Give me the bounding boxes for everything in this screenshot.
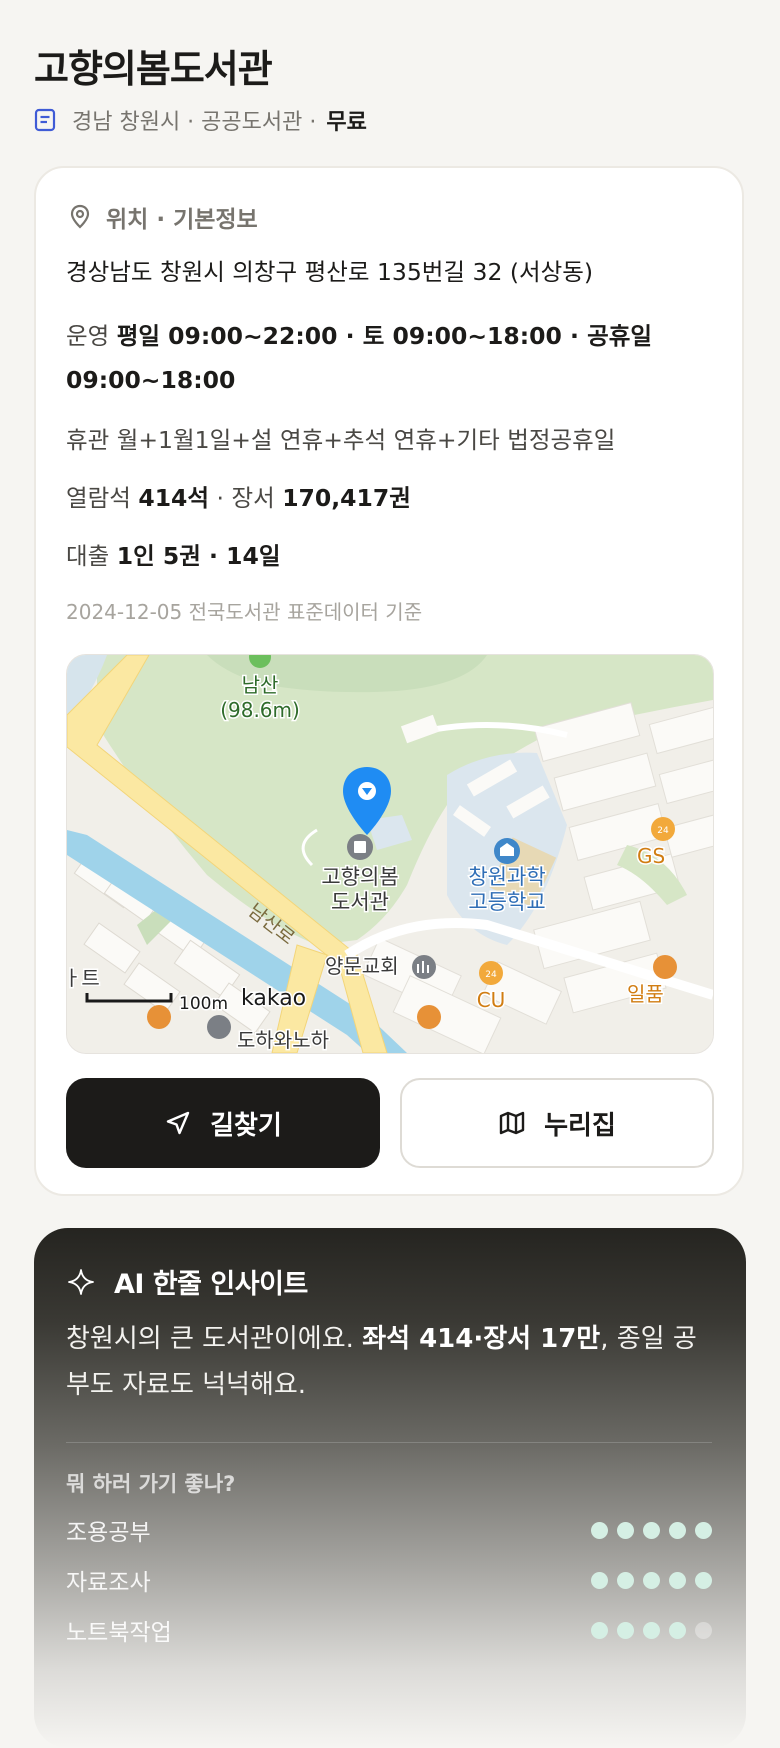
rating-dot-filled (643, 1621, 660, 1639)
rating-label: 노트북작업 (66, 1620, 172, 1646)
cu-24-label: 24 (485, 970, 497, 980)
rating-dot-filled (695, 1571, 712, 1589)
hours-label: 운영 (66, 322, 110, 350)
opening-hours: 운영 평일 09:00~22:00 · 토 09:00~18:00 · 공휴일 … (66, 314, 706, 402)
place-icon-bottom (207, 1015, 231, 1039)
map-label-school-2: 고등학교 (468, 890, 545, 914)
gs-24-label: 24 (657, 826, 669, 836)
rating-dot-filled (669, 1621, 686, 1639)
loan-label: 대출 (66, 542, 110, 570)
loan-value: 1인 5권 · 14일 (116, 542, 281, 570)
loan-policy: 대출 1인 5권 · 14일 (66, 534, 706, 578)
fee-badge: 무료 (326, 110, 367, 135)
map-label-school-1: 창원과학 (468, 865, 545, 889)
rating-dot-filled (643, 1571, 660, 1589)
closed-label: 휴관 (66, 426, 110, 454)
map-label-partial-bottom: 도하와노하 (237, 1028, 329, 1052)
rating-dots (591, 1621, 712, 1639)
map-scale-label: 100m (179, 994, 228, 1014)
seats-label: 열람석 (66, 484, 131, 512)
location-map[interactable]: 남산 (98.6m) 고향의봄 도서관 창원과학 고등학교 남산로 양문교회 2… (66, 654, 714, 1054)
rating-label: 자료조사 (66, 1570, 151, 1596)
map-label-library-2: 도서관 (331, 890, 389, 914)
map-brand-logo: kakao (241, 986, 306, 1011)
seats-books: 열람석 414석 · 장서 170,417권 (66, 476, 706, 520)
ai-insight-header: AI 한줄 인사이트 (66, 1262, 308, 1301)
ai-insight-card: AI 한줄 인사이트 창원시의 큰 도서관이에요. 좌석 414·장서 17만,… (34, 1228, 746, 1748)
meta-text: 경남 창원시 · 공공도서관 · (72, 110, 317, 135)
map-label-library-1: 고향의봄 (321, 865, 398, 889)
rating-dot-empty (695, 1621, 712, 1639)
books-value: 170,417권 (282, 484, 411, 512)
rating-row-quiet-study: 조용공부 (66, 1510, 712, 1550)
map-label-church: 양문교회 (325, 954, 399, 978)
data-source: 2024-12-05 전국도서관 표준데이터 기준 (66, 600, 423, 624)
library-map-icon (347, 834, 373, 860)
ai-divider (66, 1442, 712, 1443)
map-label-mountain-alt: (98.6m) (220, 698, 300, 722)
rating-dot-filled (669, 1521, 686, 1539)
rating-dots (591, 1571, 712, 1589)
closed-value: 월+1월1일+설 연휴+추석 연휴+기타 법정공휴일 (116, 426, 616, 454)
rating-dot-filled (617, 1521, 634, 1539)
rating-dots (591, 1521, 712, 1539)
ai-insight-title: AI 한줄 인사이트 (114, 1269, 308, 1300)
navigation-arrow-icon (166, 1111, 190, 1135)
map-label-partial-left: ㅏ트 (67, 966, 100, 990)
homepage-label: 누리집 (544, 1110, 616, 1141)
map-label-mountain: 남산 (242, 673, 279, 697)
rating-row-laptop-work: 노트북작업 (66, 1610, 712, 1650)
apartment-icon (147, 1005, 171, 1029)
rating-dot-filled (591, 1621, 608, 1639)
restaurant-icon-right (653, 955, 677, 979)
rating-dot-filled (617, 1571, 634, 1589)
rating-row-research: 자료조사 (66, 1560, 712, 1600)
address: 경상남도 창원시 의창구 평산로 135번길 32 (서상동) (66, 258, 594, 286)
document-icon (34, 108, 56, 132)
directions-label: 길찾기 (210, 1110, 282, 1141)
library-meta: 경남 창원시 · 공공도서관 · 무료 (34, 104, 367, 136)
rating-dot-filled (617, 1621, 634, 1639)
map-label-gs: GS (637, 844, 665, 868)
sparkle-icon (68, 1268, 94, 1295)
map-icon (499, 1111, 525, 1135)
hours-value-line2: 09:00~18:00 (66, 366, 236, 394)
info-section-header: 위치 · 기본정보 (68, 200, 258, 234)
rating-dot-filled (669, 1571, 686, 1589)
hours-value-line1: 평일 09:00~22:00 · 토 09:00~18:00 · 공휴일 (116, 322, 652, 350)
closed-days: 휴관 월+1월1일+설 연휴+추석 연휴+기타 법정공휴일 (66, 418, 706, 462)
rating-label: 조용공부 (66, 1520, 151, 1546)
rating-dot-filled (591, 1571, 608, 1589)
info-section-title: 위치 · 기본정보 (106, 207, 258, 233)
ai-text-intro: 창원시의 큰 도서관이에요. (66, 1324, 363, 1354)
books-label: · 장서 (216, 484, 275, 512)
map-label-cu: CU (477, 988, 506, 1012)
rating-dot-filled (591, 1521, 608, 1539)
ai-insight-text: 창원시의 큰 도서관이에요. 좌석 414·장서 17만, 종일 공부도 자료도… (66, 1316, 716, 1408)
map-label-partial-right: 일품 (627, 982, 664, 1006)
location-pin-icon (70, 204, 90, 229)
restaurant-icon-bottom (417, 1005, 441, 1029)
page-title: 고향의봄도서관 (34, 47, 273, 91)
rating-dot-filled (643, 1521, 660, 1539)
info-card: 위치 · 기본정보 경상남도 창원시 의창구 평산로 135번길 32 (서상동… (34, 166, 744, 1196)
homepage-button[interactable]: 누리집 (400, 1078, 714, 1168)
ai-text-highlight: 좌석 414·장서 17만 (362, 1324, 601, 1354)
directions-button[interactable]: 길찾기 (66, 1078, 380, 1168)
ai-question: 뭐 하러 가기 좋나? (66, 1472, 236, 1496)
rating-dot-filled (695, 1521, 712, 1539)
school-map-icon (494, 838, 520, 864)
seats-value: 414석 (138, 484, 210, 512)
